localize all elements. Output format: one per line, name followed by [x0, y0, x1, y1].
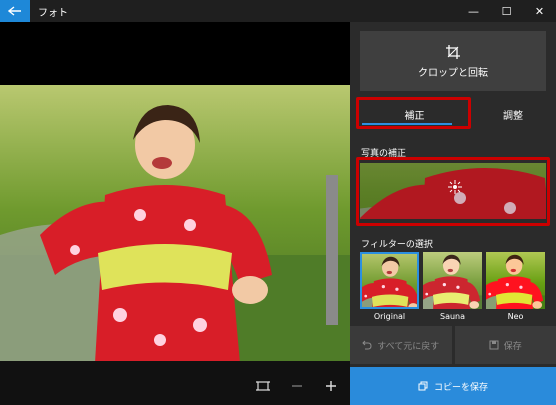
maximize-button[interactable]: ☐: [490, 0, 523, 22]
arrow-left-icon: [8, 6, 21, 16]
filter-thumbnail: [423, 252, 482, 309]
crop-rotate-icon: [446, 44, 460, 59]
photo-viewer: [0, 22, 350, 405]
crop-rotate-button[interactable]: クロップと回転: [360, 31, 546, 91]
undo-icon: [362, 340, 372, 350]
fit-to-window-button[interactable]: [254, 377, 272, 395]
crop-rotate-label: クロップと回転: [418, 67, 488, 79]
save-label: 保存: [503, 341, 522, 352]
photo-preview[interactable]: [0, 85, 350, 363]
copy-icon: [418, 381, 428, 391]
highlight-box: [356, 157, 550, 226]
filter-thumbnail: [360, 252, 419, 309]
undo-all-label: すべて元に戻す: [377, 341, 440, 352]
save-copy-label: コピーを保存: [433, 382, 488, 393]
minimize-button[interactable]: —: [457, 0, 490, 22]
filter-thumbnail: [486, 252, 545, 309]
window-controls: — ☐ ✕: [457, 0, 556, 22]
filter-neo[interactable]: Neo: [486, 252, 545, 322]
filter-original[interactable]: Original: [360, 252, 419, 322]
zoom-in-icon: [326, 381, 336, 391]
back-button[interactable]: [0, 0, 30, 22]
zoom-out-icon: [292, 385, 302, 387]
filter-label: Original: [373, 312, 406, 321]
undo-all-button[interactable]: すべて元に戻す: [350, 326, 452, 364]
filter-label: Sauna: [439, 312, 466, 321]
filter-label: Neo: [507, 312, 524, 321]
close-button[interactable]: ✕: [523, 0, 556, 22]
filter-sauna[interactable]: Sauna: [423, 252, 482, 322]
save-copy-button[interactable]: コピーを保存: [350, 367, 556, 405]
filter-title: フィルターの選択: [361, 240, 433, 250]
app-title: フォト: [38, 7, 68, 19]
save-button[interactable]: 保存: [454, 326, 556, 364]
action-row: すべて元に戻す 保存: [350, 326, 556, 364]
tab-adjust[interactable]: 調整: [478, 97, 548, 131]
zoom-in-button[interactable]: [322, 377, 340, 395]
title-bar: フォト — ☐ ✕: [0, 0, 556, 22]
zoom-out-button[interactable]: [288, 377, 306, 395]
save-icon: [489, 340, 499, 350]
highlight-box: [356, 97, 471, 129]
filter-list: Original Sauna Neo: [360, 252, 546, 322]
viewer-toolbar: [0, 361, 350, 405]
fit-to-window-icon: [256, 381, 270, 391]
